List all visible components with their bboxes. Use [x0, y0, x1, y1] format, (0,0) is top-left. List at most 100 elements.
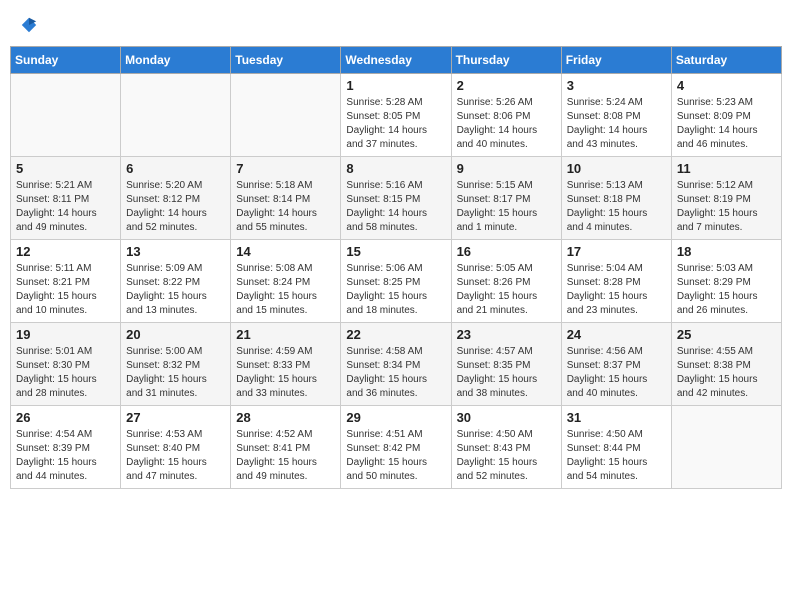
day-info: Sunrise: 5:09 AM Sunset: 8:22 PM Dayligh…: [126, 262, 225, 318]
calendar-cell: 29Sunrise: 4:51 AM Sunset: 8:42 PM Dayli…: [341, 405, 451, 488]
calendar-cell: 27Sunrise: 4:53 AM Sunset: 8:40 PM Dayli…: [121, 405, 231, 488]
day-info: Sunrise: 4:50 AM Sunset: 8:44 PM Dayligh…: [567, 428, 666, 484]
page-header: [10, 10, 782, 38]
day-number: 6: [126, 161, 225, 176]
day-number: 10: [567, 161, 666, 176]
day-info: Sunrise: 5:23 AM Sunset: 8:09 PM Dayligh…: [677, 96, 776, 152]
day-info: Sunrise: 5:20 AM Sunset: 8:12 PM Dayligh…: [126, 179, 225, 235]
day-info: Sunrise: 5:28 AM Sunset: 8:05 PM Dayligh…: [346, 96, 445, 152]
calendar-cell: 3 Sunrise: 5:24 AM Sunset: 8:08 PM Daylig…: [561, 73, 671, 156]
day-number: 3: [567, 78, 666, 93]
day-number: 15: [346, 244, 445, 259]
column-header-thursday: Thursday: [451, 46, 561, 73]
day-number: 25: [677, 327, 776, 342]
calendar-cell: 28 Sunrise: 4:52 AM Sunset: 8:41 PM Dayli…: [231, 405, 341, 488]
calendar-cell: 10 Sunrise: 5:13 AM Sunset: 8:18 PM Dayli…: [561, 156, 671, 239]
day-number: 19: [16, 327, 115, 342]
calendar-cell: 22 Sunrise: 4:58 AM Sunset: 8:34 PM Dayli…: [341, 322, 451, 405]
day-number: 31: [567, 410, 666, 425]
calendar-cell: [11, 73, 121, 156]
day-info: Sunrise: 4:58 AM Sunset: 8:34 PM Dayligh…: [346, 345, 445, 401]
logo-icon: [20, 16, 38, 34]
calendar-cell: 26 Sunrise: 4:54 AM Sunset: 8:39 PM Dayli…: [11, 405, 121, 488]
calendar-cell: 17Sunrise: 5:04 AM Sunset: 8:28 PM Dayli…: [561, 239, 671, 322]
day-number: 7: [236, 161, 335, 176]
day-number: 23: [457, 327, 556, 342]
day-number: 2: [457, 78, 556, 93]
day-info: Sunrise: 5:06 AM Sunset: 8:25 PM Dayligh…: [346, 262, 445, 318]
column-header-wednesday: Wednesday: [341, 46, 451, 73]
day-info: Sunrise: 4:59 AM Sunset: 8:33 PM Dayligh…: [236, 345, 335, 401]
calendar-cell: 31 Sunrise: 4:50 AM Sunset: 8:44 PM Dayli…: [561, 405, 671, 488]
calendar-cell: 9 Sunrise: 5:15 AM Sunset: 8:17 PM Daylig…: [451, 156, 561, 239]
calendar-cell: 5 Sunrise: 5:21 AM Sunset: 8:11 PM Daylig…: [11, 156, 121, 239]
column-header-friday: Friday: [561, 46, 671, 73]
day-number: 1: [346, 78, 445, 93]
column-header-monday: Monday: [121, 46, 231, 73]
day-number: 20: [126, 327, 225, 342]
calendar-cell: 11Sunrise: 5:12 AM Sunset: 8:19 PM Dayli…: [671, 156, 781, 239]
day-number: 11: [677, 161, 776, 176]
day-info: Sunrise: 5:21 AM Sunset: 8:11 PM Dayligh…: [16, 179, 115, 235]
day-info: Sunrise: 4:52 AM Sunset: 8:41 PM Dayligh…: [236, 428, 335, 484]
day-info: Sunrise: 4:50 AM Sunset: 8:43 PM Dayligh…: [457, 428, 556, 484]
calendar-cell: 2 Sunrise: 5:26 AM Sunset: 8:06 PM Daylig…: [451, 73, 561, 156]
calendar-cell: [121, 73, 231, 156]
day-number: 18: [677, 244, 776, 259]
day-number: 13: [126, 244, 225, 259]
calendar-cell: [231, 73, 341, 156]
calendar-cell: 19Sunrise: 5:01 AM Sunset: 8:30 PM Dayli…: [11, 322, 121, 405]
calendar-cell: 1 Sunrise: 5:28 AM Sunset: 8:05 PM Daylig…: [341, 73, 451, 156]
day-info: Sunrise: 5:00 AM Sunset: 8:32 PM Dayligh…: [126, 345, 225, 401]
calendar-cell: 30 Sunrise: 4:50 AM Sunset: 8:43 PM Dayli…: [451, 405, 561, 488]
day-number: 17: [567, 244, 666, 259]
day-info: Sunrise: 5:13 AM Sunset: 8:18 PM Dayligh…: [567, 179, 666, 235]
calendar-week-row: 5 Sunrise: 5:21 AM Sunset: 8:11 PM Daylig…: [11, 156, 782, 239]
day-info: Sunrise: 4:57 AM Sunset: 8:35 PM Dayligh…: [457, 345, 556, 401]
day-number: 29: [346, 410, 445, 425]
calendar-cell: 16Sunrise: 5:05 AM Sunset: 8:26 PM Dayli…: [451, 239, 561, 322]
calendar-cell: 15 Sunrise: 5:06 AM Sunset: 8:25 PM Dayli…: [341, 239, 451, 322]
calendar-table: SundayMondayTuesdayWednesdayThursdayFrid…: [10, 46, 782, 489]
calendar-cell: 14Sunrise: 5:08 AM Sunset: 8:24 PM Dayli…: [231, 239, 341, 322]
calendar-cell: [671, 405, 781, 488]
calendar-cell: 25 Sunrise: 4:55 AM Sunset: 8:38 PM Dayli…: [671, 322, 781, 405]
calendar-cell: 13 Sunrise: 5:09 AM Sunset: 8:22 PM Dayli…: [121, 239, 231, 322]
day-number: 24: [567, 327, 666, 342]
calendar-week-row: 19Sunrise: 5:01 AM Sunset: 8:30 PM Dayli…: [11, 322, 782, 405]
calendar-week-row: 1 Sunrise: 5:28 AM Sunset: 8:05 PM Daylig…: [11, 73, 782, 156]
calendar-cell: 24Sunrise: 4:56 AM Sunset: 8:37 PM Dayli…: [561, 322, 671, 405]
column-header-sunday: Sunday: [11, 46, 121, 73]
day-info: Sunrise: 5:24 AM Sunset: 8:08 PM Dayligh…: [567, 96, 666, 152]
day-number: 16: [457, 244, 556, 259]
day-number: 4: [677, 78, 776, 93]
calendar-cell: 20 Sunrise: 5:00 AM Sunset: 8:32 PM Dayli…: [121, 322, 231, 405]
calendar-cell: 23 Sunrise: 4:57 AM Sunset: 8:35 PM Dayli…: [451, 322, 561, 405]
calendar-week-row: 12Sunrise: 5:11 AM Sunset: 8:21 PM Dayli…: [11, 239, 782, 322]
logo: [18, 14, 38, 34]
calendar-cell: 4 Sunrise: 5:23 AM Sunset: 8:09 PM Daylig…: [671, 73, 781, 156]
day-number: 21: [236, 327, 335, 342]
calendar-header-row: SundayMondayTuesdayWednesdayThursdayFrid…: [11, 46, 782, 73]
logo-general: [18, 14, 38, 34]
day-info: Sunrise: 5:18 AM Sunset: 8:14 PM Dayligh…: [236, 179, 335, 235]
column-header-saturday: Saturday: [671, 46, 781, 73]
calendar-cell: 8Sunrise: 5:16 AM Sunset: 8:15 PM Daylig…: [341, 156, 451, 239]
day-number: 9: [457, 161, 556, 176]
calendar-cell: 6 Sunrise: 5:20 AM Sunset: 8:12 PM Daylig…: [121, 156, 231, 239]
day-number: 30: [457, 410, 556, 425]
day-number: 5: [16, 161, 115, 176]
calendar-cell: 7 Sunrise: 5:18 AM Sunset: 8:14 PM Daylig…: [231, 156, 341, 239]
column-header-tuesday: Tuesday: [231, 46, 341, 73]
day-info: Sunrise: 4:55 AM Sunset: 8:38 PM Dayligh…: [677, 345, 776, 401]
day-info: Sunrise: 5:15 AM Sunset: 8:17 PM Dayligh…: [457, 179, 556, 235]
day-number: 26: [16, 410, 115, 425]
day-number: 28: [236, 410, 335, 425]
day-info: Sunrise: 5:03 AM Sunset: 8:29 PM Dayligh…: [677, 262, 776, 318]
day-info: Sunrise: 5:26 AM Sunset: 8:06 PM Dayligh…: [457, 96, 556, 152]
calendar-cell: 21 Sunrise: 4:59 AM Sunset: 8:33 PM Dayli…: [231, 322, 341, 405]
day-info: Sunrise: 5:08 AM Sunset: 8:24 PM Dayligh…: [236, 262, 335, 318]
day-number: 8: [346, 161, 445, 176]
day-info: Sunrise: 4:54 AM Sunset: 8:39 PM Dayligh…: [16, 428, 115, 484]
day-number: 22: [346, 327, 445, 342]
